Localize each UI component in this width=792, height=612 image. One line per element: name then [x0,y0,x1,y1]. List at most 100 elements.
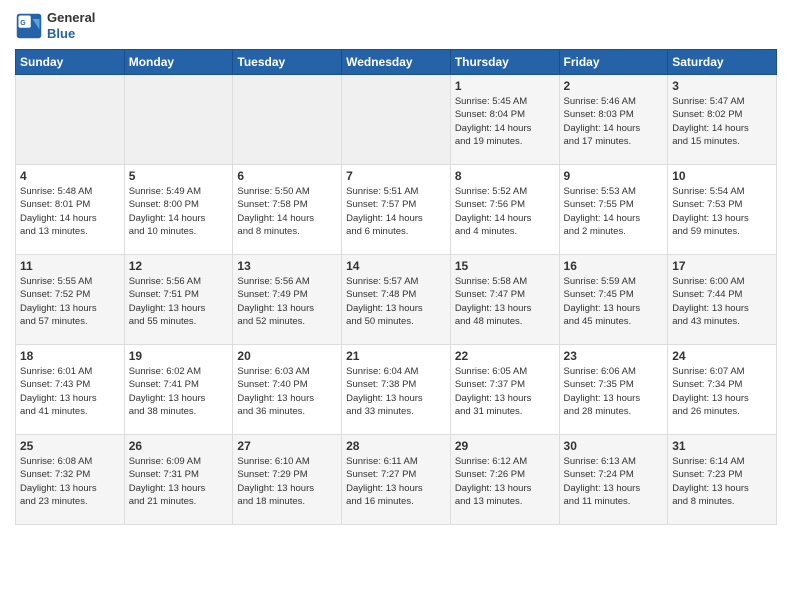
day-number: 12 [129,259,229,273]
logo: G General Blue [15,10,95,41]
day-info: Sunrise: 6:04 AM Sunset: 7:38 PM Dayligh… [346,365,446,418]
day-info: Sunrise: 6:12 AM Sunset: 7:26 PM Dayligh… [455,455,555,508]
day-number: 19 [129,349,229,363]
day-info: Sunrise: 6:11 AM Sunset: 7:27 PM Dayligh… [346,455,446,508]
calendar-cell: 19 Sunrise: 6:02 AM Sunset: 7:41 PM Dayli… [124,345,233,435]
day-info: Sunrise: 6:14 AM Sunset: 7:23 PM Dayligh… [672,455,772,508]
day-number: 18 [20,349,120,363]
calendar-cell: 12 Sunrise: 5:56 AM Sunset: 7:51 PM Dayli… [124,255,233,345]
day-info: Sunrise: 5:53 AM Sunset: 7:55 PM Dayligh… [564,185,664,238]
calendar-cell: 31 Sunrise: 6:14 AM Sunset: 7:23 PM Dayli… [668,435,777,525]
day-number: 26 [129,439,229,453]
day-info: Sunrise: 6:06 AM Sunset: 7:35 PM Dayligh… [564,365,664,418]
calendar-cell: 24 Sunrise: 6:07 AM Sunset: 7:34 PM Dayli… [668,345,777,435]
calendar-cell [233,75,342,165]
calendar-cell: 20 Sunrise: 6:03 AM Sunset: 7:40 PM Dayli… [233,345,342,435]
column-header-saturday: Saturday [668,50,777,75]
day-number: 10 [672,169,772,183]
day-number: 5 [129,169,229,183]
calendar-cell: 27 Sunrise: 6:10 AM Sunset: 7:29 PM Dayli… [233,435,342,525]
day-info: Sunrise: 6:00 AM Sunset: 7:44 PM Dayligh… [672,275,772,328]
svg-text:G: G [20,20,26,27]
day-info: Sunrise: 6:09 AM Sunset: 7:31 PM Dayligh… [129,455,229,508]
calendar-cell: 11 Sunrise: 5:55 AM Sunset: 7:52 PM Dayli… [16,255,125,345]
calendar-cell [16,75,125,165]
day-number: 31 [672,439,772,453]
day-number: 21 [346,349,446,363]
calendar-cell: 22 Sunrise: 6:05 AM Sunset: 7:37 PM Dayli… [450,345,559,435]
day-info: Sunrise: 5:47 AM Sunset: 8:02 PM Dayligh… [672,95,772,148]
calendar-cell: 18 Sunrise: 6:01 AM Sunset: 7:43 PM Dayli… [16,345,125,435]
calendar-cell: 13 Sunrise: 5:56 AM Sunset: 7:49 PM Dayli… [233,255,342,345]
day-info: Sunrise: 5:56 AM Sunset: 7:51 PM Dayligh… [129,275,229,328]
day-number: 28 [346,439,446,453]
calendar-cell: 3 Sunrise: 5:47 AM Sunset: 8:02 PM Daylig… [668,75,777,165]
calendar-cell: 14 Sunrise: 5:57 AM Sunset: 7:48 PM Dayli… [342,255,451,345]
day-info: Sunrise: 5:57 AM Sunset: 7:48 PM Dayligh… [346,275,446,328]
day-number: 25 [20,439,120,453]
day-number: 9 [564,169,664,183]
calendar-cell: 28 Sunrise: 6:11 AM Sunset: 7:27 PM Dayli… [342,435,451,525]
calendar-table: SundayMondayTuesdayWednesdayThursdayFrid… [15,49,777,525]
day-info: Sunrise: 6:13 AM Sunset: 7:24 PM Dayligh… [564,455,664,508]
day-info: Sunrise: 5:56 AM Sunset: 7:49 PM Dayligh… [237,275,337,328]
day-number: 16 [564,259,664,273]
day-number: 6 [237,169,337,183]
calendar-cell: 9 Sunrise: 5:53 AM Sunset: 7:55 PM Daylig… [559,165,668,255]
calendar-cell: 29 Sunrise: 6:12 AM Sunset: 7:26 PM Dayli… [450,435,559,525]
day-number: 4 [20,169,120,183]
day-info: Sunrise: 6:03 AM Sunset: 7:40 PM Dayligh… [237,365,337,418]
calendar-cell: 10 Sunrise: 5:54 AM Sunset: 7:53 PM Dayli… [668,165,777,255]
day-number: 29 [455,439,555,453]
day-info: Sunrise: 5:59 AM Sunset: 7:45 PM Dayligh… [564,275,664,328]
calendar-cell: 2 Sunrise: 5:46 AM Sunset: 8:03 PM Daylig… [559,75,668,165]
calendar-cell: 21 Sunrise: 6:04 AM Sunset: 7:38 PM Dayli… [342,345,451,435]
day-number: 11 [20,259,120,273]
day-info: Sunrise: 5:49 AM Sunset: 8:00 PM Dayligh… [129,185,229,238]
day-info: Sunrise: 5:51 AM Sunset: 7:57 PM Dayligh… [346,185,446,238]
column-header-friday: Friday [559,50,668,75]
day-number: 3 [672,79,772,93]
day-number: 24 [672,349,772,363]
day-info: Sunrise: 5:45 AM Sunset: 8:04 PM Dayligh… [455,95,555,148]
calendar-cell: 25 Sunrise: 6:08 AM Sunset: 7:32 PM Dayli… [16,435,125,525]
calendar-cell: 1Sunrise: 5:45 AM Sunset: 8:04 PM Daylig… [450,75,559,165]
column-header-monday: Monday [124,50,233,75]
logo-icon: G [15,12,43,40]
page-header: G General Blue [15,10,777,41]
calendar-cell: 5 Sunrise: 5:49 AM Sunset: 8:00 PM Daylig… [124,165,233,255]
day-number: 30 [564,439,664,453]
day-info: Sunrise: 6:02 AM Sunset: 7:41 PM Dayligh… [129,365,229,418]
day-number: 22 [455,349,555,363]
day-number: 13 [237,259,337,273]
calendar-cell: 23Sunrise: 6:06 AM Sunset: 7:35 PM Dayli… [559,345,668,435]
column-header-tuesday: Tuesday [233,50,342,75]
day-info: Sunrise: 5:54 AM Sunset: 7:53 PM Dayligh… [672,185,772,238]
calendar-cell [124,75,233,165]
calendar-cell: 4Sunrise: 5:48 AM Sunset: 8:01 PM Daylig… [16,165,125,255]
day-info: Sunrise: 6:07 AM Sunset: 7:34 PM Dayligh… [672,365,772,418]
calendar-cell: 26 Sunrise: 6:09 AM Sunset: 7:31 PM Dayli… [124,435,233,525]
day-number: 20 [237,349,337,363]
day-number: 8 [455,169,555,183]
day-number: 2 [564,79,664,93]
calendar-cell: 16 Sunrise: 5:59 AM Sunset: 7:45 PM Dayli… [559,255,668,345]
day-number: 14 [346,259,446,273]
calendar-cell: 6Sunrise: 5:50 AM Sunset: 7:58 PM Daylig… [233,165,342,255]
day-info: Sunrise: 6:10 AM Sunset: 7:29 PM Dayligh… [237,455,337,508]
day-info: Sunrise: 6:01 AM Sunset: 7:43 PM Dayligh… [20,365,120,418]
calendar-cell: 17 Sunrise: 6:00 AM Sunset: 7:44 PM Dayli… [668,255,777,345]
day-info: Sunrise: 6:05 AM Sunset: 7:37 PM Dayligh… [455,365,555,418]
day-number: 27 [237,439,337,453]
column-header-thursday: Thursday [450,50,559,75]
day-info: Sunrise: 5:55 AM Sunset: 7:52 PM Dayligh… [20,275,120,328]
day-number: 17 [672,259,772,273]
day-info: Sunrise: 5:52 AM Sunset: 7:56 PM Dayligh… [455,185,555,238]
day-number: 15 [455,259,555,273]
column-header-sunday: Sunday [16,50,125,75]
day-number: 7 [346,169,446,183]
day-info: Sunrise: 6:08 AM Sunset: 7:32 PM Dayligh… [20,455,120,508]
calendar-cell: 7 Sunrise: 5:51 AM Sunset: 7:57 PM Daylig… [342,165,451,255]
day-info: Sunrise: 5:46 AM Sunset: 8:03 PM Dayligh… [564,95,664,148]
calendar-cell: 30 Sunrise: 6:13 AM Sunset: 7:24 PM Dayli… [559,435,668,525]
